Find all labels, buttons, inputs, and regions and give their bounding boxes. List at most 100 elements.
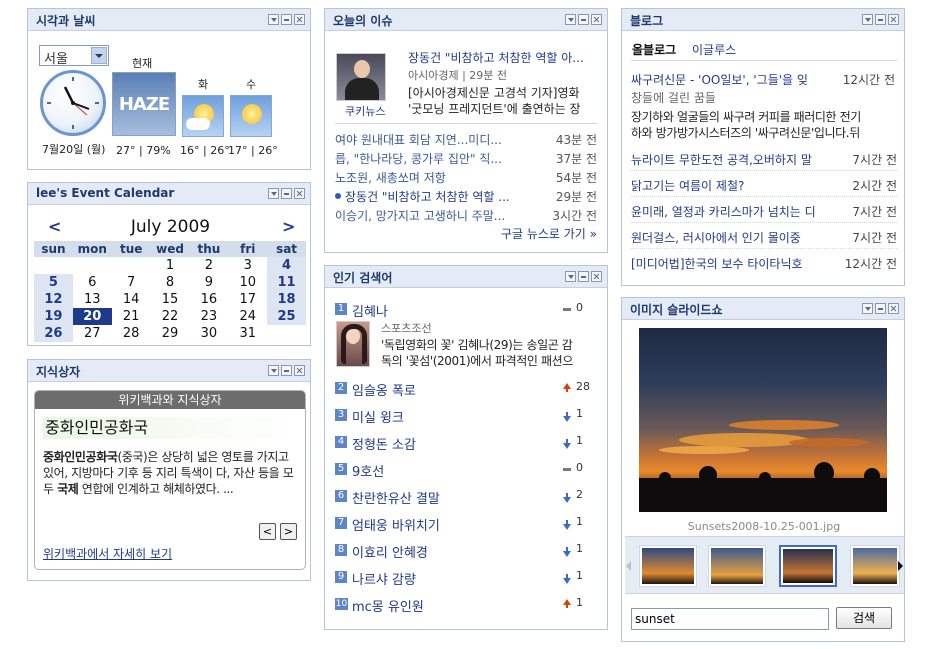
search-rank-item[interactable]: 6 찬란한유산 결말 2 — [335, 487, 597, 507]
slideshow-search-input[interactable] — [631, 608, 829, 630]
slideshow-search-button[interactable]: 검색 — [836, 607, 892, 629]
minimize-icon[interactable] — [578, 271, 589, 282]
collapse-icon[interactable] — [268, 365, 279, 376]
calendar-day[interactable]: 1 — [151, 257, 190, 274]
calendar-day[interactable]: 21 — [112, 308, 151, 325]
close-icon[interactable] — [591, 14, 602, 25]
thumbnail-selected[interactable] — [779, 545, 837, 587]
news-item[interactable]: 여야 원내대표 회담 지연...미디... 43분 전 — [335, 129, 597, 147]
calendar-day[interactable]: 15 — [151, 291, 190, 308]
search-rank-item[interactable]: 9 나르샤 감량 1 — [335, 568, 597, 588]
news-item[interactable]: 릅, "한나라당, 콩가루 집안" 직... 37분 전 — [335, 148, 597, 166]
slideshow-main-image[interactable] — [639, 328, 887, 512]
arrow-up-icon — [563, 599, 571, 608]
calendar-day[interactable]: 28 — [112, 325, 151, 342]
search-rank-item[interactable]: 8 이효리 안혜경 1 — [335, 541, 597, 561]
chevron-left-icon[interactable] — [626, 561, 631, 571]
blog-item[interactable]: 닭고기는 여름이 제철? 2시간 전 — [631, 175, 897, 193]
blog-item[interactable]: 뉴라이트 무한도전 공격,오버하지 말 7시간 전 — [631, 149, 897, 167]
calendar-day[interactable]: 16 — [190, 291, 229, 308]
blog-top-title[interactable]: 싸구려신문 - 'OO일보', '그들'을 잊 — [631, 71, 833, 88]
news-item[interactable]: 이승기, 망가지고 고생하니 주말... 3시간 전 — [335, 205, 597, 223]
calendar-day[interactable]: 27 — [73, 325, 112, 342]
knowledge-prev-button[interactable]: < — [259, 523, 276, 540]
calendar-day[interactable]: 4 — [267, 257, 306, 274]
close-icon[interactable] — [294, 188, 305, 199]
calendar-day[interactable]: 12 — [34, 291, 73, 308]
calendar-day[interactable]: 17 — [228, 291, 267, 308]
calendar-day[interactable]: 26 — [34, 325, 73, 342]
weather-title: 시각과 날씨 — [36, 14, 96, 28]
calendar-day[interactable]: 25 — [267, 308, 306, 325]
collapse-icon[interactable] — [268, 14, 279, 25]
calendar-day[interactable]: 29 — [151, 325, 190, 342]
news-item[interactable]: 노조원, 새총쏘며 저항 54분 전 — [335, 167, 597, 185]
calendar-week: 1234 — [34, 257, 306, 274]
thumbnail[interactable] — [850, 545, 900, 587]
calendar-day[interactable]: 6 — [73, 274, 112, 291]
calendar-day[interactable]: 19 — [34, 308, 73, 325]
close-icon[interactable] — [294, 14, 305, 25]
calendar-day[interactable]: 5 — [34, 274, 73, 291]
calendar-day[interactable]: 13 — [73, 291, 112, 308]
blog-item[interactable]: 윤미래, 열정과 카리스마가 넘치는 디 7시간 전 — [631, 201, 897, 219]
blog-item[interactable]: [미디어법]한국의 보수 타이타닉호 12시간 전 — [631, 253, 897, 271]
minimize-icon[interactable] — [875, 303, 886, 314]
calendar-day[interactable]: 7 — [112, 274, 151, 291]
search-rank-item[interactable]: 5 9호선 0 — [335, 460, 597, 480]
search-rank-item[interactable]: 3 미실 윙크 1 — [335, 406, 597, 426]
calendar-day[interactable]: 9 — [190, 274, 229, 291]
search-rank-item[interactable]: 10 mc몽 유인원 1 — [335, 595, 597, 615]
calendar-day[interactable]: 24 — [228, 308, 267, 325]
news-item[interactable]: 장동건 "비참하고 처참한 역할 ... 29분 전 — [335, 186, 597, 204]
search-rank-item[interactable]: 4 정형돈 소감 1 — [335, 433, 597, 453]
weekday-sun: sun — [34, 241, 73, 257]
blog-item[interactable]: 원더걸스, 러시아에서 인기 몰이중 7시간 전 — [631, 227, 897, 245]
close-icon[interactable] — [888, 14, 899, 25]
calendar-day[interactable]: 31 — [228, 325, 267, 342]
top-search-photo[interactable] — [336, 321, 370, 367]
minimize-icon[interactable] — [281, 14, 292, 25]
minimize-icon[interactable] — [875, 14, 886, 25]
collapse-icon[interactable] — [565, 271, 576, 282]
close-icon[interactable] — [888, 303, 899, 314]
minimize-icon[interactable] — [281, 188, 292, 199]
calendar-day[interactable]: 30 — [190, 325, 229, 342]
blog-item-time: 2시간 전 — [852, 179, 897, 193]
calendar-day[interactable]: 3 — [228, 257, 267, 274]
calendar-day[interactable]: 2 — [190, 257, 229, 274]
chevron-right-icon[interactable] — [898, 561, 903, 571]
calendar-day[interactable]: 8 — [151, 274, 190, 291]
minimize-icon[interactable] — [578, 14, 589, 25]
google-news-link[interactable]: 구글 뉴스로 가기 » — [501, 225, 597, 242]
collapse-icon[interactable] — [862, 14, 873, 25]
calendar-day[interactable]: 14 — [112, 291, 151, 308]
blog-tab-allblog[interactable]: 올블로그 — [632, 41, 676, 58]
calendar-day[interactable]: 11 — [267, 274, 306, 291]
search-rank-item[interactable]: 1 김혜나 0 — [335, 300, 597, 320]
thumbnail[interactable] — [708, 545, 766, 587]
close-icon[interactable] — [591, 271, 602, 282]
search-rank-item[interactable]: 2 임슬옹 폭로 28 — [335, 379, 597, 399]
collapse-icon[interactable] — [862, 303, 873, 314]
calendar-day[interactable]: 20 — [72, 308, 112, 325]
knowledge-more-link[interactable]: 위키백과에서 자세히 보기 — [43, 545, 172, 562]
collapse-icon[interactable] — [268, 188, 279, 199]
minimize-icon[interactable] — [281, 365, 292, 376]
blog-tab-egloos[interactable]: 이글루스 — [692, 41, 736, 58]
close-icon[interactable] — [294, 365, 305, 376]
calendar-day[interactable]: 18 — [267, 291, 306, 308]
arrow-down-icon — [563, 493, 571, 503]
calendar-day[interactable]: 22 — [151, 308, 190, 325]
next-month-button[interactable]: > — [282, 217, 295, 236]
city-select[interactable]: 서울 — [39, 45, 109, 67]
calendar-day[interactable]: 10 — [228, 274, 267, 291]
collapse-icon[interactable] — [565, 14, 576, 25]
search-rank-item[interactable]: 7 엄태웅 바위치기 1 — [335, 514, 597, 534]
chevron-down-icon[interactable] — [91, 47, 107, 64]
knowledge-next-button[interactable]: > — [280, 523, 297, 540]
thumbnail[interactable] — [639, 545, 697, 587]
issue-headline[interactable]: 장동건 "비참하고 처참한 역할 아... — [408, 49, 602, 66]
issue-photo[interactable] — [336, 53, 386, 101]
calendar-day[interactable]: 23 — [190, 308, 229, 325]
